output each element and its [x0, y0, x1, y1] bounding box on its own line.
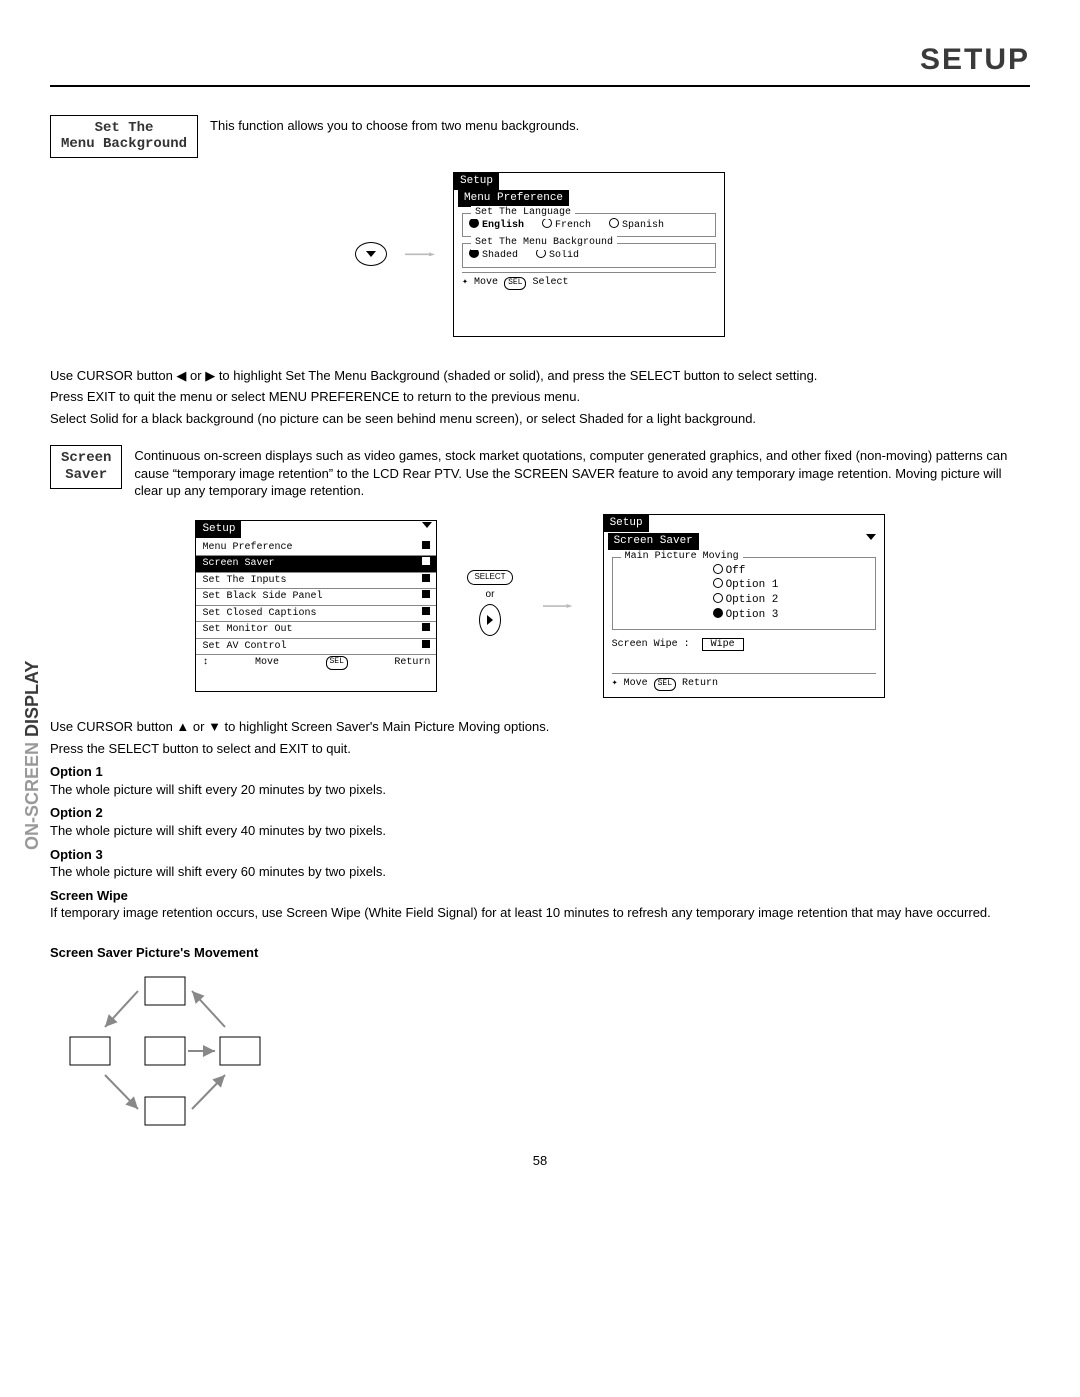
page-title: SETUP: [50, 40, 1030, 87]
radio-shaded: Shaded: [469, 248, 518, 263]
select-pill: SELECT: [467, 570, 512, 585]
osd-subtab: Screen Saver: [608, 533, 699, 550]
body-text: Press the SELECT button to select and EX…: [50, 740, 1030, 758]
list-item: Screen Saver: [196, 556, 436, 573]
osd-footer: ↕ Move SEL Return: [196, 655, 436, 671]
group-title: Set The Menu Background: [471, 236, 617, 250]
radio-english: English: [469, 218, 524, 233]
list-item: Set The Inputs: [196, 573, 436, 590]
section-label-screen-saver: Screen Saver: [50, 445, 122, 489]
option2-heading: Option 2: [50, 804, 1030, 822]
option1-heading: Option 1: [50, 763, 1030, 781]
option3-text: The whole picture will shift every 60 mi…: [50, 863, 1030, 881]
dropdown-icon: [866, 534, 876, 540]
label-line: Set The: [95, 120, 154, 136]
group-title: Main Picture Moving: [621, 550, 743, 564]
side-tab: ON-SCREEN DISPLAY: [20, 661, 44, 850]
radio-spanish: Spanish: [609, 218, 664, 233]
screen-wipe-row: Screen Wipe : Wipe: [604, 634, 884, 656]
dropdown-icon: [422, 522, 432, 528]
radio-solid: Solid: [536, 248, 579, 263]
body-text: Use CURSOR button ◀ or ▶ to highlight Se…: [50, 367, 1030, 385]
osd-subtab: Menu Preference: [458, 190, 569, 207]
arrow-right-icon: [405, 252, 435, 256]
option2-text: The whole picture will shift every 40 mi…: [50, 822, 1030, 840]
wipe-button: Wipe: [702, 638, 744, 651]
label-line: Menu Background: [61, 136, 187, 152]
osd-footer: ✦ Move SEL Return: [612, 673, 876, 697]
remote-down-button: [355, 242, 387, 266]
osd-menu-preference: Setup Menu Preference Set The Language E…: [453, 172, 725, 336]
movement-heading: Screen Saver Picture's Movement: [50, 944, 1030, 962]
middle-controls: SELECT or: [467, 570, 512, 642]
radio-option2: Option 2: [713, 593, 867, 608]
osd-tab: Setup: [604, 515, 649, 532]
radio-off: Off: [713, 564, 867, 579]
list-item: Set AV Control: [196, 639, 436, 656]
label-line: Saver: [65, 467, 107, 483]
body-text: Use CURSOR button ▲ or ▼ to highlight Sc…: [50, 718, 1030, 736]
radio-option1: Option 1: [713, 578, 867, 593]
section-intro: This function allows you to choose from …: [210, 115, 1030, 135]
group-title: Set The Language: [471, 206, 575, 220]
osd-setup-list: Setup Menu Preference Screen Saver Set T…: [195, 520, 437, 692]
osd-screen-saver: Setup Screen Saver Main Picture Moving O…: [603, 514, 885, 698]
down-arrow-icon: [366, 251, 376, 257]
option1-text: The whole picture will shift every 20 mi…: [50, 781, 1030, 799]
section-label-menu-background: Set The Menu Background: [50, 115, 198, 159]
list-item: Set Monitor Out: [196, 622, 436, 639]
list-item: Set Closed Captions: [196, 606, 436, 623]
body-text: Press EXIT to quit the menu or select ME…: [50, 388, 1030, 406]
remote-right-button: [479, 604, 501, 636]
page-number: 58: [50, 1152, 1030, 1170]
radio-french: French: [542, 218, 591, 233]
list-item: Menu Preference: [196, 540, 436, 557]
body-text: Select Solid for a black background (no …: [50, 410, 1030, 428]
screen-wipe-text: If temporary image retention occurs, use…: [50, 904, 1030, 922]
radio-option3: Option 3: [713, 608, 867, 623]
arrow-right-icon: [543, 604, 573, 608]
label-line: Screen: [61, 450, 111, 466]
or-text: or: [467, 588, 512, 602]
screen-wipe-heading: Screen Wipe: [50, 887, 1030, 905]
osd-tab: Setup: [196, 521, 241, 538]
option3-heading: Option 3: [50, 846, 1030, 864]
list-item: Set Black Side Panel: [196, 589, 436, 606]
right-arrow-icon: [487, 615, 493, 625]
osd-tab: Setup: [454, 173, 499, 190]
movement-diagram: [50, 967, 280, 1127]
section-intro: Continuous on-screen displays such as vi…: [134, 445, 1030, 500]
osd-footer: ✦ Move SEL Select: [462, 272, 716, 296]
